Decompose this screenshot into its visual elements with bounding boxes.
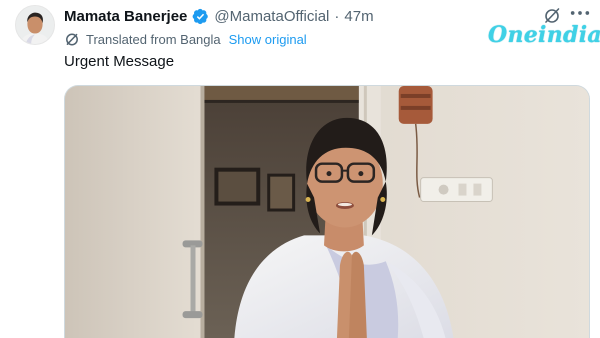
oneindia-watermark: Oneindia xyxy=(488,22,600,48)
show-original-link[interactable]: Show original xyxy=(229,32,307,47)
tweet-video[interactable] xyxy=(64,85,590,338)
author-name[interactable]: Mamata Banerjee xyxy=(64,8,187,25)
tweet-text: Urgent Message xyxy=(64,53,175,70)
translate-icon xyxy=(64,31,80,47)
translation-row: Translated from Bangla Show original xyxy=(64,30,307,48)
author-avatar[interactable] xyxy=(15,5,55,45)
tweet-card[interactable]: Mamata Banerjee @MamataOfficial · 47m Tr… xyxy=(0,0,600,338)
tweet-timestamp[interactable]: 47m xyxy=(344,8,373,25)
verified-badge-icon xyxy=(192,8,209,25)
tweet-header: Mamata Banerjee @MamataOfficial · 47m xyxy=(64,6,374,26)
video-still-image xyxy=(65,86,589,338)
author-handle[interactable]: @MamataOfficial xyxy=(214,8,329,25)
header-separator: · xyxy=(334,7,340,25)
more-options-icon[interactable] xyxy=(568,3,592,23)
translated-label: Translated from Bangla xyxy=(86,31,221,47)
avatar-image xyxy=(16,6,54,44)
